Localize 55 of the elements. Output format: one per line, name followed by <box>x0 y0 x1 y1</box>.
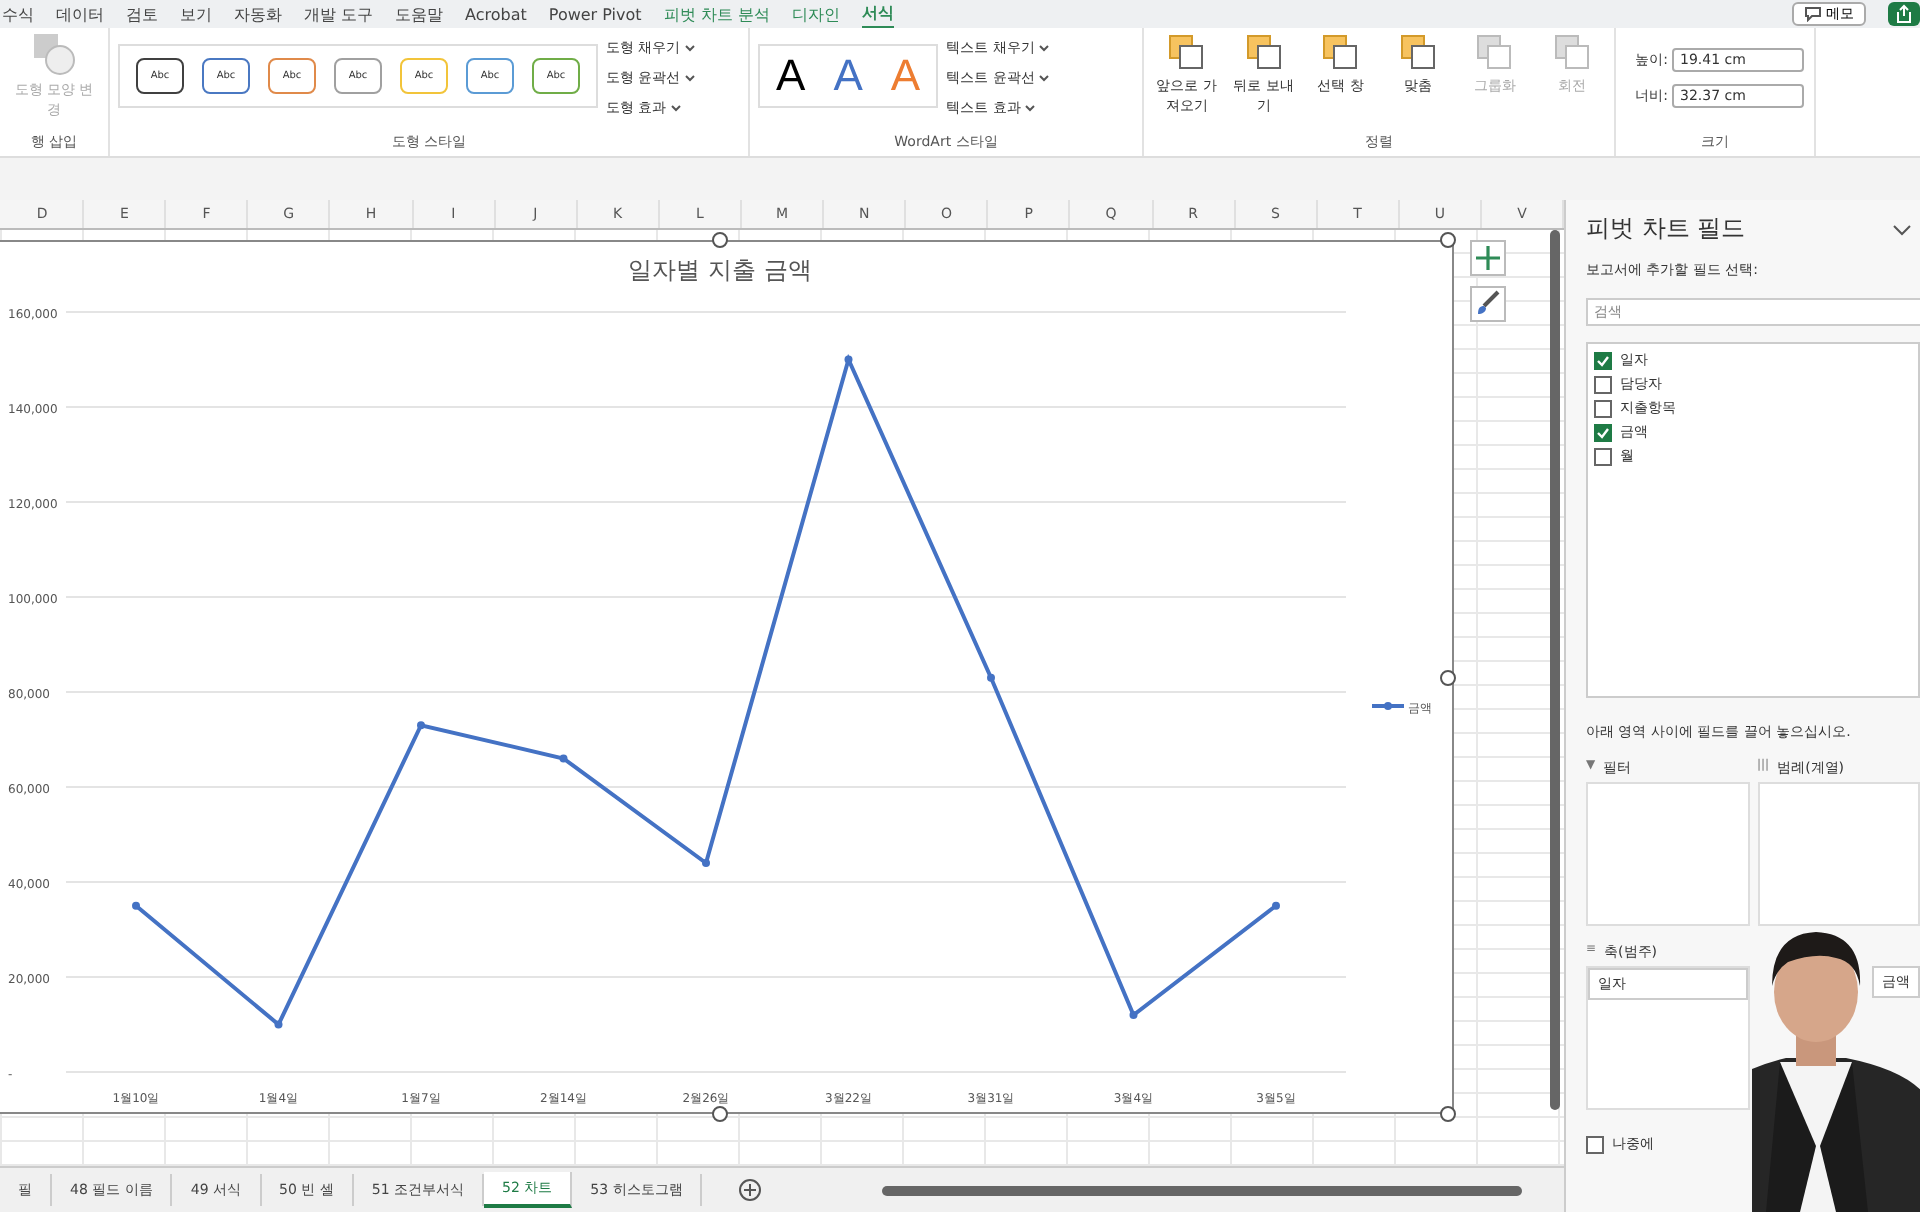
ribbon-tab[interactable]: 피벗 차트 분석 <box>663 1 770 27</box>
share-button[interactable] <box>1888 2 1920 26</box>
ribbon-tab[interactable]: 검토 <box>126 1 158 27</box>
add-sheet-button[interactable] <box>738 1178 763 1202</box>
chevron-icon[interactable] <box>1892 223 1912 235</box>
ribbon-tab[interactable]: 디자인 <box>791 1 840 27</box>
legend-marker <box>1372 702 1404 710</box>
wordart-style[interactable]: A <box>833 50 863 102</box>
caret-icon <box>1024 104 1037 112</box>
data-point <box>1129 1011 1138 1019</box>
data-point <box>844 355 853 364</box>
caret-icon <box>1038 74 1051 82</box>
checkbox[interactable] <box>1594 399 1612 417</box>
comment-icon <box>1804 6 1822 22</box>
chart-title: 일자별 지출 금액 <box>628 256 812 284</box>
ribbon-tab[interactable]: 개발 도구 <box>304 1 374 27</box>
caret-icon <box>1038 44 1051 52</box>
data-point <box>274 1020 283 1029</box>
share-icon <box>1894 4 1914 24</box>
pane-title: 피벗 차트 필드 <box>1586 212 1746 246</box>
plus-icon <box>1474 244 1502 272</box>
data-point <box>132 901 140 910</box>
data-point <box>1272 901 1280 910</box>
checkbox[interactable] <box>1594 423 1612 441</box>
caret-icon <box>670 104 683 112</box>
brush-icon <box>1474 290 1502 318</box>
data-point <box>417 721 425 730</box>
checkbox[interactable] <box>1594 351 1612 369</box>
plus-icon <box>738 1178 763 1202</box>
shape-icon <box>32 32 76 76</box>
ribbon-tab[interactable]: 수식 <box>2 1 34 27</box>
chart-style-button[interactable] <box>1470 286 1506 322</box>
add-element-button[interactable] <box>1470 240 1506 276</box>
ribbon-tab[interactable]: 도움말 <box>395 1 444 27</box>
ribbon-tab[interactable]: 데이터 <box>56 1 104 27</box>
resize-handle[interactable] <box>1440 232 1456 248</box>
caret-icon <box>684 44 697 52</box>
ribbon-tab[interactable]: Power Pivot <box>548 3 642 25</box>
ribbon-tab[interactable]: Acrobat <box>465 3 527 25</box>
data-point <box>987 673 995 682</box>
horizontal-scrollbar[interactable] <box>882 1185 1523 1195</box>
vertical-scrollbar[interactable] <box>1550 230 1560 1110</box>
ribbon-tab[interactable]: 보기 <box>180 1 212 27</box>
resize-handle[interactable] <box>1440 670 1456 686</box>
ribbon-tab[interactable]: 자동화 <box>234 1 282 27</box>
data-point <box>702 859 710 867</box>
resize-handle[interactable] <box>1440 1106 1456 1122</box>
checkbox[interactable] <box>1594 447 1612 465</box>
wordart-style[interactable]: A <box>776 50 806 102</box>
checkbox[interactable] <box>1594 375 1612 393</box>
checkbox[interactable] <box>1586 1135 1604 1153</box>
resize-handle[interactable] <box>712 232 728 248</box>
data-point <box>559 754 568 763</box>
caret-icon <box>684 74 697 82</box>
resize-handle[interactable] <box>712 1106 728 1122</box>
